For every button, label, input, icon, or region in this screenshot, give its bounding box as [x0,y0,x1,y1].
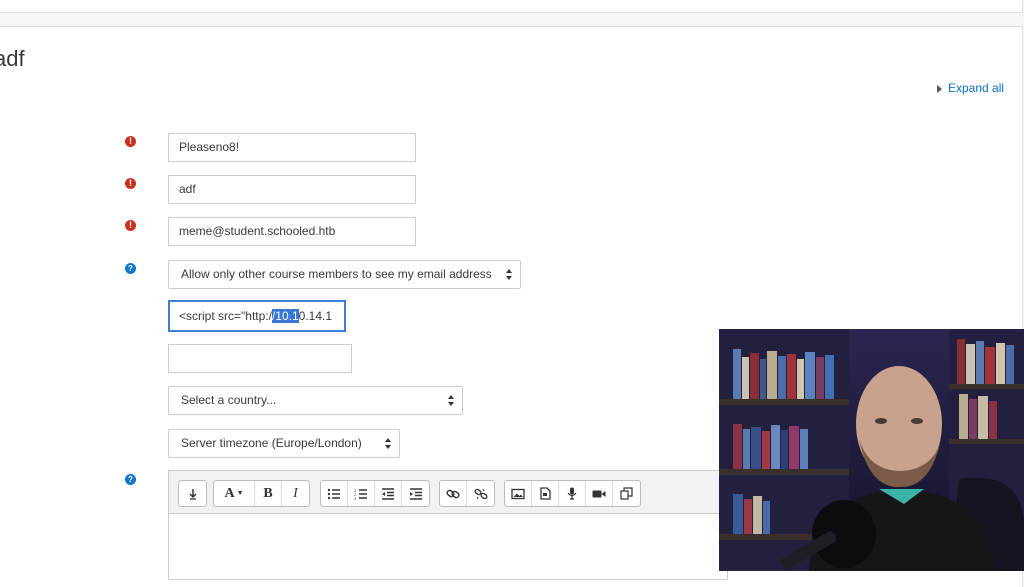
indent-icon[interactable] [402,481,429,506]
ordered-list-icon[interactable]: 123 [348,481,375,506]
email-display-select[interactable]: Allow only other course members to see m… [168,260,521,289]
font-style-icon[interactable]: A ▼ [214,481,255,506]
image-icon[interactable] [505,481,532,506]
email-field[interactable]: meme@student.schooled.htb [168,217,416,246]
required-icon: ! [125,178,136,189]
link-icon[interactable] [440,481,467,506]
moodlenet-profile-field[interactable]: <script src="http://10.10.14.1 [168,300,346,332]
editor-toolbar: A ▼ B I 123 [169,471,727,514]
top-panel [0,0,1023,13]
required-icon: ! [125,136,136,147]
webcam-overlay [719,329,1024,571]
required-icon: ! [125,220,136,231]
select-arrows-icon [448,395,454,406]
password-field[interactable]: Pleaseno8! [168,133,416,162]
city-field[interactable] [168,344,352,373]
unordered-list-icon[interactable] [321,481,348,506]
name-field[interactable]: adf [168,175,416,204]
toolbar-group: A ▼ B I [213,480,310,507]
manage-files-icon[interactable] [613,481,640,506]
presenter-video-image [719,329,1024,571]
record-video-icon[interactable] [586,481,613,506]
toolbar-group [178,480,207,507]
bold-icon[interactable]: B [255,481,282,506]
timezone-select[interactable]: Server timezone (Europe/London) [168,429,400,458]
country-select[interactable]: Select a country... [168,386,463,415]
select-arrows-icon [385,438,391,449]
outdent-icon[interactable] [375,481,402,506]
page-title: adf [0,46,25,71]
media-icon[interactable] [532,481,559,506]
record-audio-icon[interactable] [559,481,586,506]
description-editor[interactable]: A ▼ B I 123 [168,470,728,580]
unlink-icon[interactable] [467,481,494,506]
help-icon[interactable]: ? [125,474,136,485]
toolbar-group: 123 [320,480,430,507]
expand-all-label: Expand all [948,81,1005,95]
toolbar-group [504,480,641,507]
toolbar-group [439,480,495,507]
select-arrows-icon [506,269,512,280]
collapse-icon[interactable] [179,481,206,506]
svg-text:3: 3 [354,496,357,500]
caret-right-icon [937,84,942,93]
italic-icon[interactable]: I [282,481,309,506]
expand-all-link[interactable]: Expand all [937,81,1004,95]
help-icon[interactable]: ? [125,263,136,274]
text-selection: /10.1 [271,309,299,323]
